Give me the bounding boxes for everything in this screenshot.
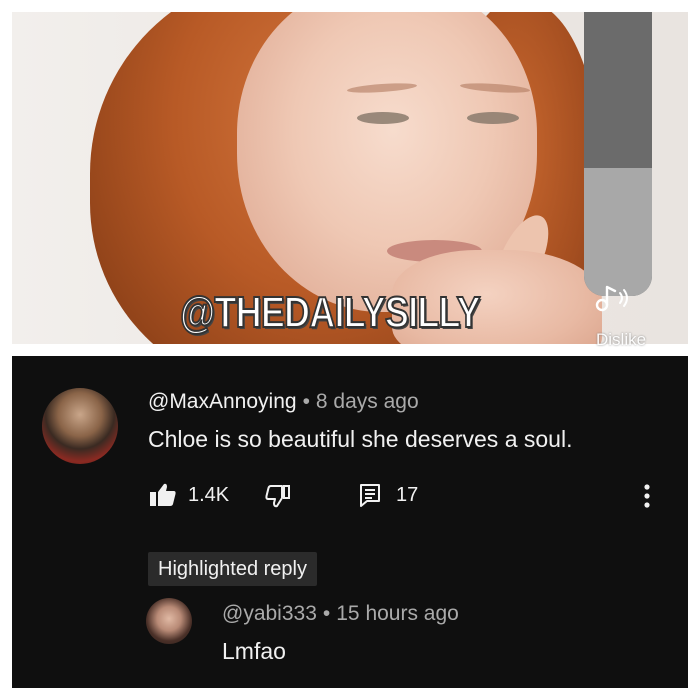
replies-button[interactable]: 17 — [358, 482, 418, 508]
music-note-icon[interactable] — [587, 272, 639, 324]
volume-slider[interactable] — [584, 12, 652, 296]
comment-meta: @MaxAnnoying • 8 days ago — [148, 390, 419, 414]
like-count: 1.4K — [188, 483, 230, 506]
eye-shape — [467, 112, 519, 124]
thumbs-up-icon — [150, 483, 176, 506]
reply-meta: @yabi333 • 15 hours ago — [222, 602, 459, 626]
avatar[interactable] — [42, 388, 118, 464]
reply-text: Lmfao — [222, 638, 286, 664]
meta-separator: • — [322, 602, 331, 625]
meta-separator: • — [302, 390, 310, 413]
comment-panel: @MaxAnnoying • 8 days ago Chloe is so beau… — [12, 356, 688, 688]
reply-age: 15 hours ago — [336, 602, 459, 625]
highlighted-reply-badge: Highlighted reply — [148, 552, 317, 586]
reply-author[interactable]: @yabi333 — [222, 602, 317, 625]
thumbs-down-icon — [265, 485, 290, 508]
reply-avatar[interactable] — [146, 598, 192, 644]
watermark-text: @THEDAILYSILLY — [179, 287, 481, 338]
eye-shape — [357, 112, 409, 124]
comment-icon — [360, 484, 380, 507]
dislike-hint: Dislike — [596, 330, 647, 349]
reply-count: 17 — [396, 483, 419, 506]
more-vertical-icon — [644, 484, 650, 508]
like-button[interactable]: 1.4K — [148, 482, 229, 508]
comment-author[interactable]: @MaxAnnoying — [148, 390, 297, 413]
dislike-button[interactable] — [264, 484, 292, 508]
comment-age: 8 days ago — [315, 390, 419, 413]
more-options-button[interactable] — [642, 482, 652, 510]
music-note-icon-svg — [595, 285, 628, 312]
comment-text: Chloe is so beautiful she deserves a sou… — [148, 426, 573, 452]
